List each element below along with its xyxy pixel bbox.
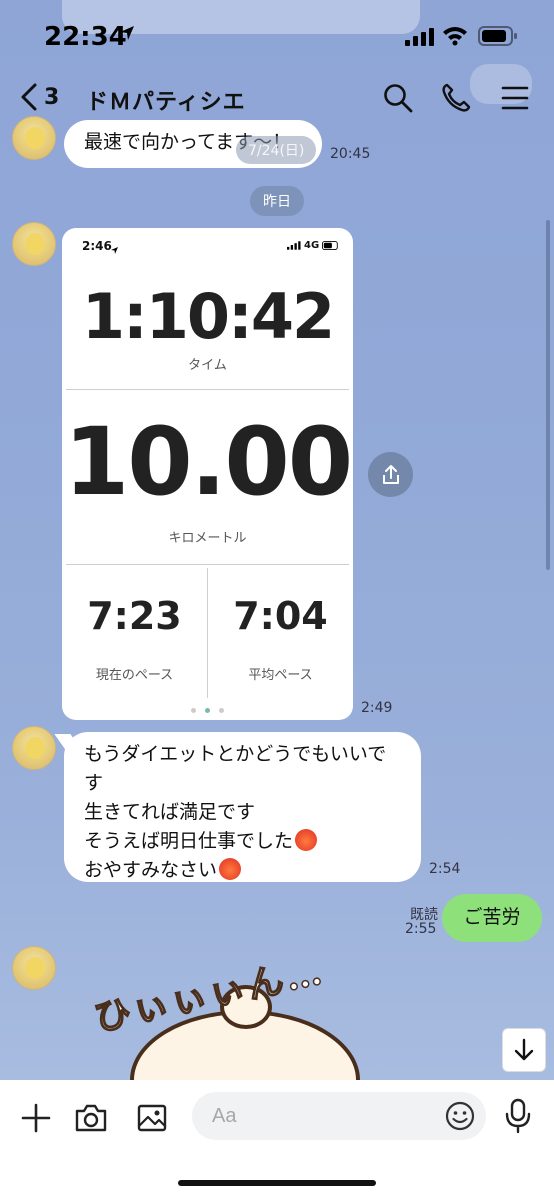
- chat-title: ドＭパティシエ: [86, 90, 246, 115]
- message-time: 2:55: [405, 921, 437, 937]
- sender-avatar[interactable]: [12, 946, 56, 990]
- run-duration: 1:10:42: [81, 280, 335, 353]
- divider: [66, 564, 349, 565]
- message-time: 2:49: [361, 700, 393, 716]
- share-icon: [382, 464, 399, 484]
- sender-avatar[interactable]: [12, 116, 56, 160]
- network-type: 4G: [304, 240, 320, 251]
- cellular-signal-icon: [287, 241, 301, 250]
- battery-icon: [322, 241, 338, 250]
- message-input[interactable]: [192, 1092, 486, 1140]
- sender-avatar[interactable]: [12, 222, 56, 266]
- page-dot: [191, 708, 196, 713]
- card-status-time: 2:46: [82, 239, 112, 253]
- location-arrow-icon: [118, 24, 136, 46]
- divider: [66, 389, 349, 390]
- date-separator: 昨日: [250, 186, 304, 216]
- home-indicator: [178, 1180, 376, 1186]
- message-time: 2:54: [429, 861, 461, 877]
- chevron-left-icon: [21, 83, 37, 111]
- emoji-icon[interactable]: [444, 1100, 476, 1136]
- message-line: おやすみなさい: [84, 859, 218, 881]
- plus-icon[interactable]: [20, 1102, 52, 1138]
- page-dot: [219, 708, 224, 713]
- message-line: 生きてれば満足です: [84, 801, 256, 823]
- message-line: そうえば明日仕事でした: [84, 830, 294, 852]
- page-dot-active: [205, 708, 210, 713]
- message-bubble[interactable]: もうダイエットとかどうでもいいで す 生きてれば満足です そうえば明日仕事でした…: [64, 732, 421, 882]
- microphone-icon[interactable]: [504, 1098, 532, 1138]
- average-pace: 7:04: [233, 594, 328, 638]
- status-time: 22:34: [44, 22, 127, 52]
- ghost-date-separator: 7/24(日): [236, 136, 317, 164]
- angry-face-emoji-icon: [219, 858, 242, 880]
- page-indicator: [191, 708, 224, 713]
- sender-avatar[interactable]: [12, 726, 56, 770]
- search-icon[interactable]: [382, 82, 414, 118]
- location-arrow-icon: [110, 240, 119, 259]
- angry-face-emoji-icon: [295, 829, 318, 851]
- average-pace-label: 平均ペース: [248, 668, 313, 683]
- message-time: 20:45: [330, 146, 371, 162]
- sent-message-bubble[interactable]: ご苦労: [442, 894, 542, 942]
- unread-count: 3: [44, 84, 60, 110]
- message-line: もうダイエットとかどうでもいいで: [84, 743, 387, 765]
- current-pace-label: 現在のペース: [95, 668, 174, 683]
- arrow-down-icon: [514, 1038, 534, 1061]
- message-text: ご苦労: [463, 906, 521, 928]
- run-distance: 10.00: [63, 408, 353, 517]
- message-line: す: [84, 772, 104, 794]
- wifi-icon: [442, 24, 468, 50]
- menu-icon[interactable]: [500, 82, 530, 118]
- back-button[interactable]: 3: [18, 82, 59, 112]
- status-bar: 22:34: [0, 0, 554, 70]
- battery-icon: [478, 26, 518, 50]
- cellular-signal-icon: [405, 28, 435, 50]
- image-message-run-summary[interactable]: 2:46 4G 1:10:42 タイム 10.00 キロメートル 7:23 現在…: [62, 228, 353, 720]
- scroll-to-bottom-button[interactable]: [502, 1028, 546, 1072]
- phone-icon[interactable]: [440, 82, 472, 118]
- share-button[interactable]: [368, 452, 413, 497]
- card-status-icons: 4G: [287, 240, 340, 251]
- image-gallery-icon[interactable]: [136, 1102, 168, 1138]
- current-pace: 7:23: [87, 594, 182, 638]
- scrollbar[interactable]: [546, 220, 550, 570]
- run-duration-label: タイム: [188, 358, 227, 373]
- camera-icon[interactable]: [74, 1102, 108, 1138]
- run-distance-label: キロメートル: [168, 531, 247, 546]
